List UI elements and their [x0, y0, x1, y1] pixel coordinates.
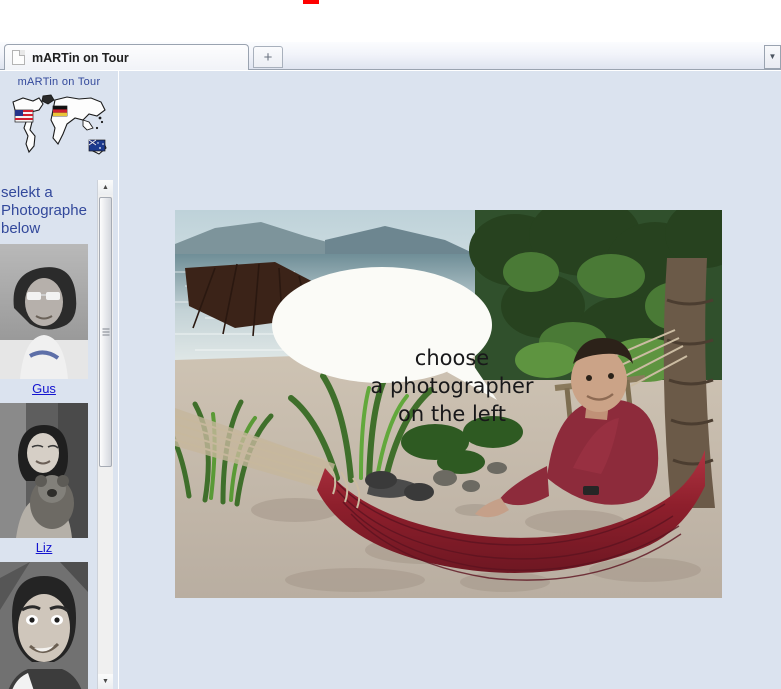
photographer-thumbnail[interactable] [0, 244, 88, 379]
main-photo[interactable] [175, 210, 722, 598]
logo-caption: mARTin on Tour [17, 76, 101, 88]
red-marker [303, 0, 319, 4]
photographer-sidebar: selekt a Photographe below Gus Liz [0, 180, 97, 689]
photographer-name[interactable]: Gus [0, 379, 88, 399]
document-icon [12, 50, 25, 65]
site-header: mARTin on Tour [0, 71, 781, 180]
sidebar-scrollbar[interactable]: ▲ ▼ [97, 180, 113, 689]
list-item[interactable] [0, 562, 97, 689]
list-item[interactable]: Gus [0, 244, 97, 399]
sidebar-heading-line-1: selekt a [1, 184, 53, 201]
sidebar-heading-line-3: below [1, 220, 41, 237]
content-divider [118, 180, 119, 689]
scrollbar-thumb[interactable] [99, 197, 112, 467]
photographer-thumbnail[interactable] [0, 562, 88, 689]
scroll-down-arrow-icon[interactable]: ▼ [98, 674, 113, 689]
photographer-name[interactable]: Liz [0, 538, 88, 558]
web-page-content: mARTin on Tour selekt a Photographe belo… [0, 71, 781, 689]
scroll-up-arrow-icon[interactable]: ▲ [98, 180, 113, 195]
photographer-thumbnail[interactable] [0, 403, 88, 538]
new-tab-button[interactable]: + [253, 46, 283, 68]
tab-list-button[interactable]: ▼ [764, 45, 781, 69]
tab-strip: mARTin on Tour [0, 42, 781, 70]
photographer-link[interactable]: Gus [32, 381, 56, 396]
list-item[interactable]: Liz [0, 403, 97, 558]
sidebar-heading: selekt a Photographe below [0, 180, 97, 240]
chevron-down-icon: ▼ [768, 52, 777, 61]
plus-icon: + [263, 48, 273, 66]
tab-martin-on-tour[interactable]: mARTin on Tour [4, 44, 249, 70]
grip-icon [102, 328, 109, 336]
header-divider [118, 71, 119, 180]
browser-toolbar-area [0, 0, 781, 42]
site-logo[interactable]: mARTin on Tour [0, 71, 118, 180]
tab-title: mARTin on Tour [32, 50, 129, 65]
photographer-link[interactable]: Liz [36, 540, 53, 555]
world-map-icon [9, 92, 109, 168]
sidebar-heading-line-2: Photographe [1, 202, 87, 219]
